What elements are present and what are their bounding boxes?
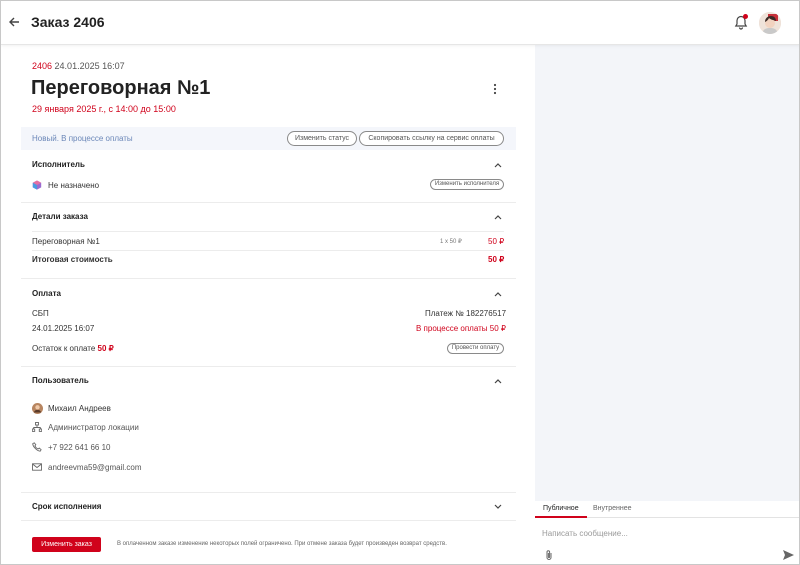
user-name: Михаил Андреев [48,404,111,413]
payment-method: СБП [32,309,49,318]
divider [21,202,516,203]
details-section-title: Детали заказа [32,212,88,221]
copy-payment-link-button[interactable]: Скопировать ссылку на сервис оплаты [359,131,504,146]
remaining-value: 50 ₽ [97,344,114,353]
executor-value: Не назначено [48,181,100,190]
edit-restriction-note: В оплаченном заказе изменение некоторых … [117,541,447,547]
paperclip-icon[interactable] [544,549,554,561]
detail-item-price: 50 ₽ [488,237,505,246]
payment-id: Платеж № 182276517 [425,309,507,318]
chat-history-panel [535,45,799,501]
executor-cube-icon [32,180,42,190]
chevron-up-icon[interactable] [494,291,502,297]
deadline-section-title: Срок исполнения [32,502,102,511]
remaining-label: Остаток к оплате [32,344,96,353]
user-avatar[interactable] [759,12,781,34]
detail-item-name: Переговорная №1 [32,237,100,246]
send-icon[interactable] [782,549,795,561]
booking-date: 29 января 2025 г., с 14:00 до 15:00 [32,104,176,114]
avatar-image-icon [759,12,781,34]
order-status: Новый. В процессе оплаты [32,134,133,143]
divider [21,520,516,521]
order-meta: 2406 24.01.2025 16:07 [32,61,125,71]
notification-dot [743,14,748,19]
change-executor-button[interactable]: Изменить исполнителя [430,179,504,190]
chevron-down-icon[interactable] [494,504,502,510]
phone-icon [32,442,42,452]
app-window: Заказ 2406 Публичное Внутреннее Написать… [0,0,800,565]
payment-section-title: Оплата [32,289,61,298]
order-created: 24.01.2025 16:07 [54,61,125,71]
make-payment-button[interactable]: Провести оплату [447,343,504,354]
detail-item-qty: 1 x 50 ₽ [440,239,462,245]
chevron-up-icon[interactable] [494,214,502,220]
edit-order-button[interactable]: Изменить заказ [32,537,101,552]
divider [21,278,516,279]
page-title: Заказ 2406 [31,14,105,30]
tab-internal[interactable]: Внутреннее [593,505,632,512]
chevron-up-icon[interactable] [494,162,502,168]
divider [32,231,504,232]
user-role: Администратор локации [48,423,139,432]
chevron-up-icon[interactable] [494,378,502,384]
user-email[interactable]: andreevma59@gmail.com [48,463,142,472]
order-number: 2406 [32,61,53,71]
user-section-title: Пользователь [32,376,89,385]
payment-status: В процессе оплаты 50 ₽ [416,324,506,333]
back-arrow-icon[interactable] [7,15,21,29]
top-bar: Заказ 2406 [1,1,799,45]
divider [21,492,516,493]
remaining-amount: Остаток к оплате 50 ₽ [32,344,114,353]
order-title: Переговорная №1 [31,77,211,99]
change-status-button[interactable]: Изменить статус [287,131,357,146]
divider [32,250,504,251]
hierarchy-icon [32,422,42,432]
tab-public[interactable]: Публичное [543,505,579,512]
executor-section-title: Исполнитель [32,160,85,169]
message-input[interactable]: Написать сообщение... [542,529,628,538]
payment-datetime: 24.01.2025 16:07 [32,324,95,333]
divider [21,366,516,367]
more-vertical-icon[interactable] [492,83,498,95]
user-avatar-small [32,403,43,414]
user-phone[interactable]: +7 922 641 66 10 [48,443,111,452]
active-tab-indicator [535,516,587,518]
total-value: 50 ₽ [488,255,505,264]
mail-icon [32,463,42,471]
total-label: Итоговая стоимость [32,255,113,264]
